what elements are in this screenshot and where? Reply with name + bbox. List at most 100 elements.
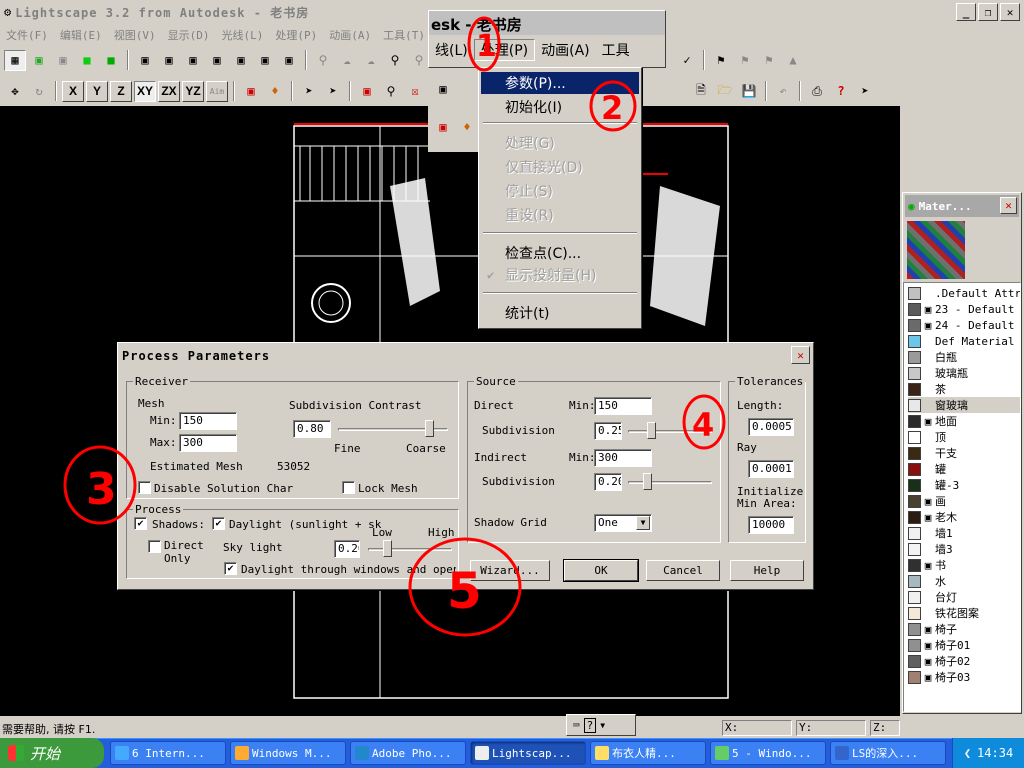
help-button[interactable]: Help (730, 560, 804, 581)
view-front-icon[interactable]: ▣ (134, 50, 156, 71)
material-item[interactable]: ▣ 地面 (908, 413, 1020, 429)
close-button[interactable]: ✕ (1000, 3, 1020, 21)
material-item[interactable]: ▣ 椅子02 (908, 653, 1020, 669)
task-media[interactable]: Windows M... (230, 741, 346, 765)
help-small-icon[interactable]: ? (583, 717, 597, 733)
menu-process[interactable]: 处理(P) (269, 27, 323, 43)
material-item[interactable]: Def Material (908, 333, 1020, 349)
menu-item-initialize[interactable]: 初始化(I) (481, 96, 639, 118)
slider-thumb[interactable] (425, 420, 434, 437)
zoom-window-icon[interactable]: ⚲ (384, 50, 406, 71)
mesh-min-input[interactable]: 150 (179, 412, 237, 430)
material-item[interactable]: .Default Attr (908, 285, 1020, 301)
rotate-icon[interactable]: ↻ (28, 81, 50, 102)
material-item[interactable]: 水 (908, 573, 1020, 589)
task-lightscape[interactable]: Lightscap... (470, 741, 586, 765)
material-item[interactable]: 窗玻璃 (908, 397, 1020, 413)
material-item[interactable]: ▣ 24 - Default (908, 317, 1020, 333)
menu-light[interactable]: 光线(L) (216, 27, 270, 43)
sky-light-input[interactable]: 0.20 (334, 540, 360, 558)
menu-display[interactable]: 显示(D) (162, 27, 216, 43)
materials-close-button[interactable]: ✕ (1000, 197, 1017, 214)
keyboard-icon[interactable]: ⌨ (573, 719, 580, 732)
print-icon[interactable]: ⎙ (806, 81, 828, 102)
lock-mesh-checkbox[interactable] (342, 481, 355, 494)
light-figure-icon[interactable]: ⚑ (734, 50, 756, 71)
context-help-icon[interactable]: ➤ (854, 81, 876, 102)
display-mode-icon[interactable]: ▦ (4, 49, 26, 71)
menu-edit[interactable]: 编辑(E) (54, 27, 108, 43)
task-word[interactable]: LS的深入... (830, 741, 946, 765)
green-cube-icon[interactable]: ■ (76, 50, 98, 71)
select-box-icon[interactable]: ▣ (356, 81, 378, 102)
task-windows[interactable]: 5 - Windo... (710, 741, 826, 765)
float-menu-tools[interactable]: 工具 (596, 40, 636, 60)
deselect-icon[interactable]: ☒ (404, 81, 426, 102)
start-button[interactable]: 开始 (0, 738, 104, 768)
material-item[interactable]: 墙1 (908, 525, 1020, 541)
task-photoshop[interactable]: Adobe Pho... (350, 741, 466, 765)
material-item[interactable]: 台灯 (908, 589, 1020, 605)
ray-input[interactable]: 0.0001 (748, 460, 794, 478)
material-item[interactable]: 顶 (908, 429, 1020, 445)
subdivision-contrast-slider[interactable] (338, 420, 448, 438)
indirect-subdivision-slider[interactable] (628, 473, 712, 491)
tag-icon[interactable]: ♦ (264, 81, 286, 102)
new-file-icon[interactable]: 🗎 (690, 81, 712, 102)
direct-subdivision-input[interactable]: 0.25 (594, 422, 622, 440)
sky-light-slider[interactable] (368, 540, 452, 558)
view-iso-icon[interactable]: ▣ (278, 50, 300, 71)
view-top-icon[interactable]: ▣ (230, 50, 252, 71)
dialog-close-button[interactable]: ✕ (791, 346, 810, 364)
view-bottom-icon[interactable]: ▣ (254, 50, 276, 71)
mesh-max-input[interactable]: 300 (179, 434, 237, 452)
chevron-down-icon[interactable]: ▼ (600, 721, 605, 730)
material-item[interactable]: 白瓶 (908, 349, 1020, 365)
slider-thumb[interactable] (383, 540, 392, 557)
direct-only-checkbox[interactable] (148, 540, 161, 553)
zoom-icon[interactable]: ⚲ (408, 50, 430, 71)
material-item[interactable]: 茶 (908, 381, 1020, 397)
view-left-icon[interactable]: ▣ (182, 50, 204, 71)
tag-small-icon[interactable]: ♦ (456, 116, 478, 137)
length-input[interactable]: 0.0005 (748, 418, 794, 436)
axis-y-button[interactable]: Y (86, 80, 108, 102)
float-menu-light[interactable]: 线(L) (429, 40, 474, 60)
subdivision-contrast-input[interactable]: 0.80 (293, 420, 331, 438)
float-menu-process[interactable]: 处理(P) (473, 39, 536, 61)
slider-thumb[interactable] (647, 422, 656, 439)
solid-cube-icon[interactable]: ■ (100, 50, 122, 71)
menu-view[interactable]: 视图(V) (108, 27, 162, 43)
menu-item-checkpoint[interactable]: 检查点(C)... (481, 242, 639, 264)
maximize-button[interactable]: ❐ (978, 3, 998, 21)
tray-arrow-icon[interactable]: ❮ (964, 746, 971, 760)
material-item[interactable]: ▣ 23 - Default (908, 301, 1020, 317)
menu-tools[interactable]: 工具(T) (377, 27, 431, 43)
menu-animation[interactable]: 动画(A) (323, 27, 377, 43)
camera-icon[interactable]: ▣ (240, 81, 262, 102)
open-file-icon[interactable]: 🗁 (714, 81, 736, 102)
float-menu-animation[interactable]: 动画(A) (535, 40, 596, 60)
direct-min-input[interactable]: 150 (594, 397, 652, 415)
menu-item-parameters[interactable]: 参数(P)... (481, 72, 639, 94)
pin-icon[interactable]: ▲ (782, 50, 804, 71)
wire-cube-icon[interactable]: ▣ (28, 50, 50, 71)
shadows-checkbox[interactable]: ✔ (134, 517, 147, 530)
task-folder[interactable]: 布衣人精... (590, 741, 706, 765)
axis-x-button[interactable]: X (62, 80, 84, 102)
pan-view-icon[interactable]: ☁ (360, 50, 382, 71)
material-item[interactable]: ▣ 画 (908, 493, 1020, 509)
cancel-button[interactable]: Cancel (646, 560, 720, 581)
save-icon[interactable]: 💾 (738, 81, 760, 102)
material-item[interactable]: ▣ 书 (908, 557, 1020, 573)
material-item[interactable]: ▣ 椅子 (908, 621, 1020, 637)
axis-zx-button[interactable]: ZX (158, 80, 180, 102)
materials-list[interactable]: .Default Attr ▣ 23 - Default ▣ 24 - Default D… (903, 282, 1021, 712)
undo-icon[interactable]: ↶ (772, 81, 794, 102)
material-item[interactable]: ▣ 椅子03 (908, 669, 1020, 685)
orbit-icon[interactable]: ☁ (336, 50, 358, 71)
help-icon[interactable]: ? (830, 81, 852, 102)
axis-yz-button[interactable]: YZ (182, 80, 204, 102)
init-min-area-input[interactable]: 10000 (748, 516, 794, 534)
material-item[interactable]: 干支 (908, 445, 1020, 461)
